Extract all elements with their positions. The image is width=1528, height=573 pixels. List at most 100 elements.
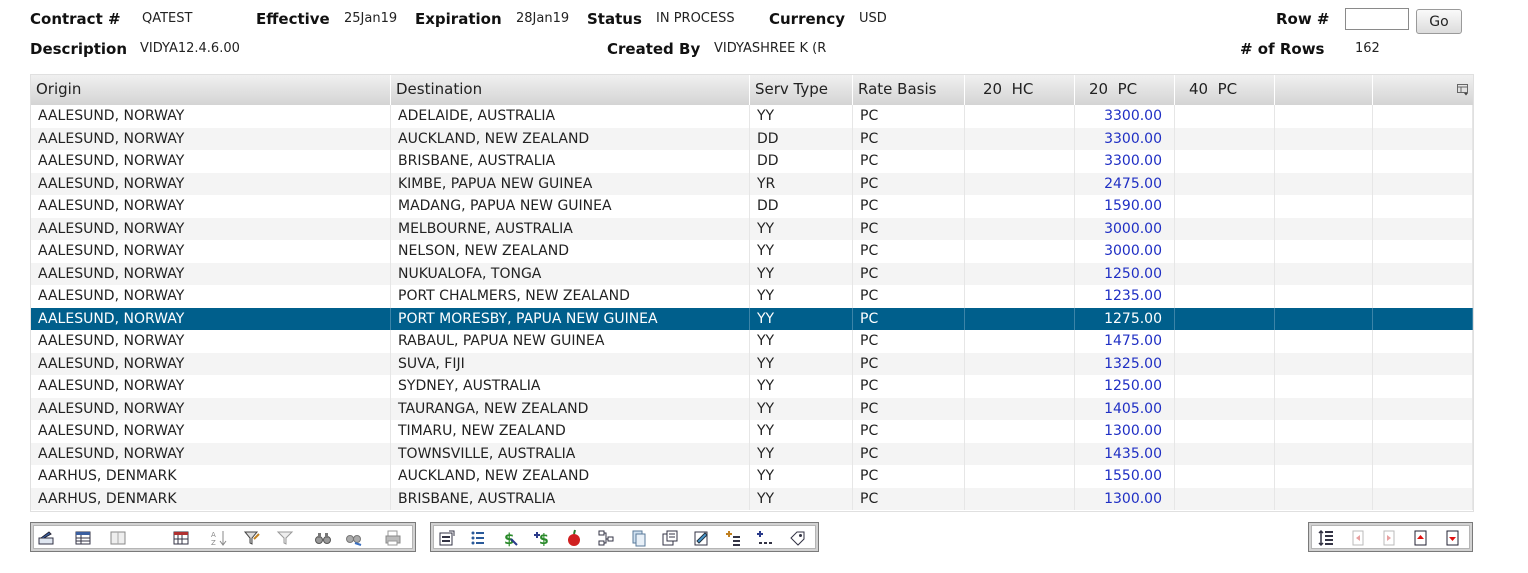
cell-serv-type[interactable]: DD (750, 195, 853, 218)
apple-icon[interactable] (565, 529, 583, 547)
cell-destination[interactable]: AUCKLAND, NEW ZEALAND (391, 127, 750, 150)
page-up-icon[interactable] (1412, 529, 1430, 547)
cell-empty-2[interactable] (1373, 285, 1473, 308)
cell-20pc[interactable]: 3300.00 (1075, 127, 1175, 150)
cell-destination[interactable]: BRISBANE, AUSTRALIA (391, 487, 750, 510)
cell-serv-type[interactable]: YY (750, 442, 853, 465)
column-header-destination[interactable]: Destination (391, 75, 750, 105)
cell-rate-basis[interactable]: PC (853, 262, 965, 285)
cell-empty-1[interactable] (1275, 352, 1373, 375)
cell-origin[interactable]: AALESUND, NORWAY (31, 442, 391, 465)
cell-serv-type[interactable]: YY (750, 465, 853, 488)
cell-20pc[interactable]: 1435.00 (1075, 442, 1175, 465)
cell-origin[interactable]: AALESUND, NORWAY (31, 375, 391, 398)
cell-serv-type[interactable]: YY (750, 307, 853, 330)
table-row-selected[interactable]: AALESUND, NORWAY PORT MORESBY, PAPUA NEW … (31, 307, 1473, 330)
cell-40pc[interactable] (1175, 397, 1275, 420)
cell-40pc[interactable] (1175, 352, 1275, 375)
cell-destination[interactable]: PORT CHALMERS, NEW ZEALAND (391, 285, 750, 308)
cell-empty-1[interactable] (1275, 397, 1373, 420)
cell-40pc[interactable] (1175, 442, 1275, 465)
cell-40pc[interactable] (1175, 330, 1275, 353)
add-surcharge-icon[interactable] (724, 529, 742, 547)
cell-empty-2[interactable] (1373, 397, 1473, 420)
cell-20pc[interactable]: 3000.00 (1075, 217, 1175, 240)
cell-rate-basis[interactable]: PC (853, 172, 965, 195)
cell-20pc[interactable]: 1300.00 (1075, 420, 1175, 443)
cell-origin[interactable]: AARHUS, DENMARK (31, 487, 391, 510)
cell-rate-basis[interactable]: PC (853, 375, 965, 398)
cell-serv-type[interactable]: YY (750, 352, 853, 375)
row-number-input[interactable] (1345, 8, 1409, 30)
cell-destination[interactable]: RABAUL, PAPUA NEW GUINEA (391, 330, 750, 353)
table-row[interactable]: AARHUS, DENMARK BRISBANE, AUSTRALIA YY PC 13… (31, 487, 1473, 510)
cell-20hc[interactable] (965, 375, 1075, 398)
table-row[interactable]: AARHUS, DENMARK AUCKLAND, NEW ZEALAND YY PC… (31, 465, 1473, 488)
tag-icon[interactable] (788, 529, 806, 547)
cell-20hc[interactable] (965, 262, 1075, 285)
cell-serv-type[interactable]: YY (750, 420, 853, 443)
cell-rate-basis[interactable]: PC (853, 330, 965, 353)
cell-empty-1[interactable] (1275, 195, 1373, 218)
clear-filter-icon[interactable] (276, 529, 294, 547)
cell-empty-2[interactable] (1373, 150, 1473, 173)
cell-40pc[interactable] (1175, 307, 1275, 330)
cell-destination[interactable]: TIMARU, NEW ZEALAND (391, 420, 750, 443)
cell-20hc[interactable] (965, 442, 1075, 465)
table-row[interactable]: AALESUND, NORWAY BRISBANE, AUSTRALIA DD PC 3… (31, 150, 1473, 173)
cell-empty-2[interactable] (1373, 487, 1473, 510)
page-down-icon[interactable] (1444, 529, 1462, 547)
column-header-origin[interactable]: Origin (31, 75, 391, 105)
column-header-20pc[interactable]: 20 PC (1075, 75, 1175, 105)
cell-destination[interactable]: MELBOURNE, AUSTRALIA (391, 217, 750, 240)
cell-empty-1[interactable] (1275, 172, 1373, 195)
cell-origin[interactable]: AALESUND, NORWAY (31, 262, 391, 285)
cell-20pc[interactable]: 1325.00 (1075, 352, 1175, 375)
cell-origin[interactable]: AALESUND, NORWAY (31, 330, 391, 353)
cell-empty-2[interactable] (1373, 307, 1473, 330)
routing-icon[interactable] (597, 529, 615, 547)
cell-origin[interactable]: AALESUND, NORWAY (31, 352, 391, 375)
cell-empty-2[interactable] (1373, 465, 1473, 488)
cell-20pc[interactable]: 1590.00 (1075, 195, 1175, 218)
go-button[interactable]: Go (1416, 9, 1462, 34)
cell-empty-2[interactable] (1373, 352, 1473, 375)
cell-40pc[interactable] (1175, 375, 1275, 398)
cell-rate-basis[interactable]: PC (853, 240, 965, 263)
column-chooser-icon[interactable] (172, 529, 190, 547)
edit-row-icon[interactable] (37, 529, 55, 547)
cell-40pc[interactable] (1175, 240, 1275, 263)
table-row[interactable]: AALESUND, NORWAY KIMBE, PAPUA NEW GUINEA Y… (31, 172, 1473, 195)
list-icon[interactable] (469, 529, 487, 547)
cell-destination[interactable]: NELSON, NEW ZEALAND (391, 240, 750, 263)
cell-serv-type[interactable]: YY (750, 285, 853, 308)
cell-20hc[interactable] (965, 330, 1075, 353)
next-page-icon[interactable] (1380, 529, 1398, 547)
cell-20pc[interactable]: 1275.00 (1075, 307, 1175, 330)
cell-20hc[interactable] (965, 352, 1075, 375)
rate-detail-icon[interactable] (756, 529, 774, 547)
cell-40pc[interactable] (1175, 127, 1275, 150)
cell-origin[interactable]: AALESUND, NORWAY (31, 285, 391, 308)
table-row[interactable]: AALESUND, NORWAY ADELAIDE, AUSTRALIA YY PC 3… (31, 105, 1473, 128)
cell-rate-basis[interactable]: PC (853, 442, 965, 465)
column-header-rate-basis[interactable]: Rate Basis (853, 75, 965, 105)
cell-origin[interactable]: AALESUND, NORWAY (31, 420, 391, 443)
cell-40pc[interactable] (1175, 465, 1275, 488)
table-row[interactable]: AALESUND, NORWAY MELBOURNE, AUSTRALIA YY PC… (31, 217, 1473, 240)
table-row[interactable]: AALESUND, NORWAY SUVA, FIJI YY PC 1325.00 (31, 352, 1473, 375)
cell-origin[interactable]: AARHUS, DENMARK (31, 465, 391, 488)
column-header-20hc[interactable]: 20 HC (965, 75, 1075, 105)
cell-20hc[interactable] (965, 465, 1075, 488)
table-row[interactable]: AALESUND, NORWAY SYDNEY, AUSTRALIA YY PC 125… (31, 375, 1473, 398)
cell-empty-2[interactable] (1373, 330, 1473, 353)
table-row[interactable]: AALESUND, NORWAY TOWNSVILLE, AUSTRALIA YY P… (31, 442, 1473, 465)
cell-20hc[interactable] (965, 285, 1075, 308)
cell-origin[interactable]: AALESUND, NORWAY (31, 127, 391, 150)
cell-destination[interactable]: NUKUALOFA, TONGA (391, 262, 750, 285)
cell-20pc[interactable]: 3000.00 (1075, 240, 1175, 263)
cell-origin[interactable]: AALESUND, NORWAY (31, 150, 391, 173)
cell-20hc[interactable] (965, 105, 1075, 128)
cell-empty-1[interactable] (1275, 285, 1373, 308)
cell-empty-2[interactable] (1373, 127, 1473, 150)
